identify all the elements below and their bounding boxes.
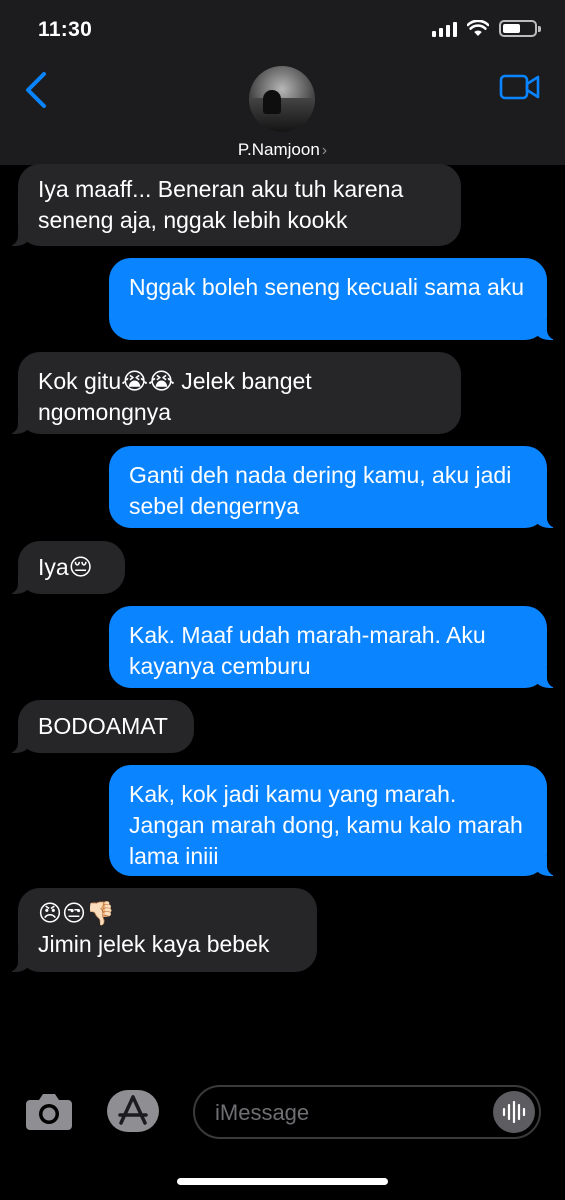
status-time: 11:30 (38, 18, 93, 41)
message-bubble-outgoing[interactable]: Nggak boleh seneng kecuali sama aku (109, 258, 557, 340)
app-store-icon (107, 1090, 159, 1132)
battery-icon (499, 20, 541, 37)
camera-button[interactable] (24, 1092, 74, 1132)
contact-name-button[interactable]: P.Namjoon › (0, 140, 565, 160)
message-bubble-incoming[interactable]: BODOAMAT (8, 700, 194, 753)
status-icons (432, 20, 541, 37)
chevron-right-icon: › (321, 142, 328, 159)
wifi-icon (467, 20, 489, 36)
message-bubble-incoming[interactable]: Kok gitu😭😭 Jelek banget ngomongnya (8, 352, 461, 434)
audio-waveform-icon (502, 1100, 526, 1124)
message-bubble-incoming[interactable]: 😠😒👎🏻 Jimin jelek kaya bebek (8, 888, 317, 972)
camera-icon (26, 1094, 72, 1130)
contact-name: P.Namjoon (237, 140, 320, 159)
message-bubble-incoming[interactable]: Iya maaff... Beneran aku tuh karena sene… (8, 164, 461, 246)
facetime-video-button[interactable] (499, 72, 541, 102)
message-bubble-outgoing[interactable]: Ganti deh nada dering kamu, aku jadi seb… (109, 446, 557, 528)
chevron-left-icon (26, 72, 46, 108)
contact-avatar[interactable] (249, 66, 315, 132)
conversation-header: 11:30 P.Namjoon › (0, 0, 565, 165)
imessage-input-container[interactable] (193, 1085, 541, 1139)
video-camera-icon (499, 74, 540, 100)
cellular-signal-icon (432, 21, 457, 37)
audio-message-button[interactable] (493, 1091, 535, 1133)
app-store-button[interactable] (106, 1089, 160, 1133)
imessage-input[interactable] (213, 1097, 477, 1129)
back-button[interactable] (20, 70, 54, 110)
message-bubble-outgoing[interactable]: Kak. Maaf udah marah-marah. Aku kayanya … (109, 606, 557, 688)
message-bubble-incoming[interactable]: Iya😔 (8, 541, 125, 594)
home-indicator[interactable] (177, 1178, 388, 1185)
message-bubble-outgoing[interactable]: Kak, kok jadi kamu yang marah. Jangan ma… (109, 765, 557, 876)
